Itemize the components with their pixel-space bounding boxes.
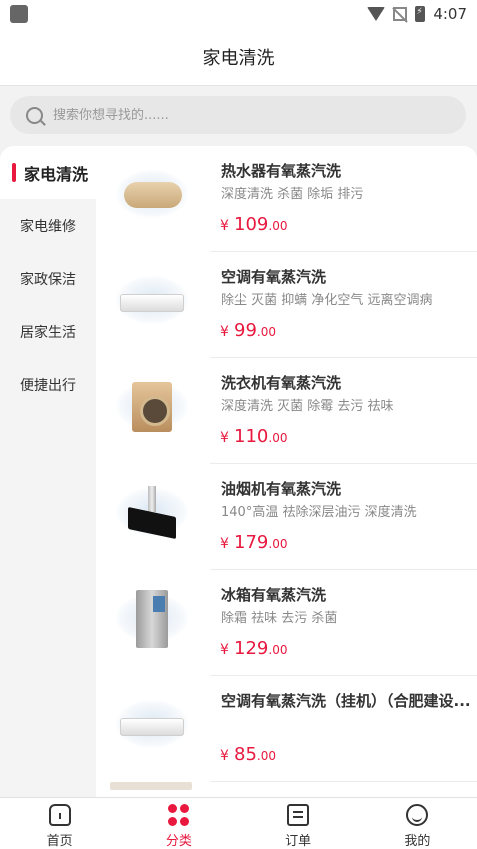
product-item[interactable]: 冰箱有氧蒸汽洗 除霜 祛味 去污 杀菌 ¥ 129.00 [96,570,477,676]
product-item[interactable]: 空调有氧蒸汽洗（挂机）（合肥建设... ¥ 85.00 [96,676,477,782]
refrigerator-icon [136,590,168,648]
status-icons: 4:07 [367,5,467,23]
page-header: 家电清洗 [0,28,477,86]
product-subtitle: 140°高温 祛除深层油污 深度清洗 [221,505,417,520]
product-image [110,262,192,346]
search-icon [26,106,43,124]
page-title: 家电清洗 [202,47,275,69]
product-image [110,686,192,770]
battery-icon [415,6,426,22]
sidebar-item-label: 家政保洁 [20,271,76,288]
product-price: ¥ 99.00 [220,320,277,341]
tab-category[interactable]: 分类 [119,798,238,849]
product-image [110,368,192,452]
product-title: 热水器有氧蒸汽洗 [221,162,342,180]
home-icon [48,804,71,826]
product-image [110,474,192,558]
status-time: 4:07 [433,5,467,23]
notification-icon [10,5,28,23]
product-title: 油烟机有氧蒸汽洗 [221,480,342,498]
tab-orders[interactable]: 订单 [239,798,358,849]
tab-label: 首页 [46,834,73,849]
water-heater-icon [124,182,182,208]
product-image [110,580,192,664]
profile-icon [406,804,429,826]
sidebar-item-label: 居家生活 [20,324,76,341]
product-subtitle: 深度清洗 杀菌 除垢 排污 [221,187,364,202]
sidebar-item-label: 家电维修 [20,218,76,235]
product-title: 空调有氧蒸汽洗（挂机）（合肥建设... [221,692,471,710]
product-subtitle: 除尘 灭菌 抑螨 净化空气 远离空调病 [221,293,433,308]
product-subtitle: 深度清洗 灭菌 除霉 去污 祛味 [221,399,394,414]
product-list: 热水器有氧蒸汽洗 深度清洗 杀菌 除垢 排污 ¥ 109.00 空调有氧蒸汽洗 … [96,146,477,797]
tab-label: 订单 [285,834,312,849]
product-item[interactable]: 空调有氧蒸汽洗 除尘 灭菌 抑螨 净化空气 远离空调病 ¥ 99.00 [96,252,477,358]
product-price: ¥ 85.00 [220,744,277,765]
product-item-partial[interactable] [96,782,477,797]
range-hood-icon [124,486,180,540]
product-item[interactable]: 洗衣机有氧蒸汽洗 深度清洗 灭菌 除霉 去污 祛味 ¥ 110.00 [96,358,477,464]
product-image [110,782,192,790]
sidebar-item-appliance-repair[interactable]: 家电维修 [0,199,96,252]
tab-home[interactable]: 首页 [0,798,119,849]
sidebar-item-label: 便捷出行 [20,377,76,394]
product-price: ¥ 109.00 [220,214,288,235]
product-subtitle: 除霜 祛味 去污 杀菌 [221,611,338,626]
product-price: ¥ 110.00 [220,426,288,447]
category-icon [167,804,190,826]
sidebar-item-appliance-cleaning[interactable]: 家电清洗 [0,146,96,199]
wifi-icon [367,7,386,21]
order-icon [287,804,310,826]
product-title: 冰箱有氧蒸汽洗 [221,586,327,604]
tab-profile[interactable]: 我的 [358,798,477,849]
category-sidebar: 家电清洗 家电维修 家政保洁 居家生活 便捷出行 [0,146,96,797]
air-conditioner-icon [120,294,184,312]
tab-label: 我的 [404,834,431,849]
air-conditioner-icon [120,718,184,736]
search-input[interactable] [53,107,433,123]
search-box[interactable] [10,96,466,134]
product-image [110,156,192,240]
status-bar: 4:07 [0,0,477,28]
product-title: 空调有氧蒸汽洗 [221,268,327,286]
product-price: ¥ 179.00 [220,532,288,553]
category-content: 家电清洗 家电维修 家政保洁 居家生活 便捷出行 热水器有氧蒸汽洗 深度清洗 杀… [0,146,477,797]
bottom-tab-bar: 首页 分类 订单 我的 [0,797,477,849]
sidebar-item-travel[interactable]: 便捷出行 [0,358,96,411]
product-item[interactable]: 热水器有氧蒸汽洗 深度清洗 杀菌 除垢 排污 ¥ 109.00 [96,146,477,252]
product-title: 洗衣机有氧蒸汽洗 [221,374,342,392]
tab-label: 分类 [165,834,192,849]
no-signal-icon [393,7,408,21]
washing-machine-icon [132,382,172,432]
search-bar [0,88,477,144]
product-item[interactable]: 油烟机有氧蒸汽洗 140°高温 祛除深层油污 深度清洗 ¥ 179.00 [96,464,477,570]
sidebar-item-label: 家电清洗 [24,164,89,184]
sidebar-item-housekeeping[interactable]: 家政保洁 [0,252,96,305]
product-price: ¥ 129.00 [220,638,288,659]
sidebar-item-home-life[interactable]: 居家生活 [0,305,96,358]
